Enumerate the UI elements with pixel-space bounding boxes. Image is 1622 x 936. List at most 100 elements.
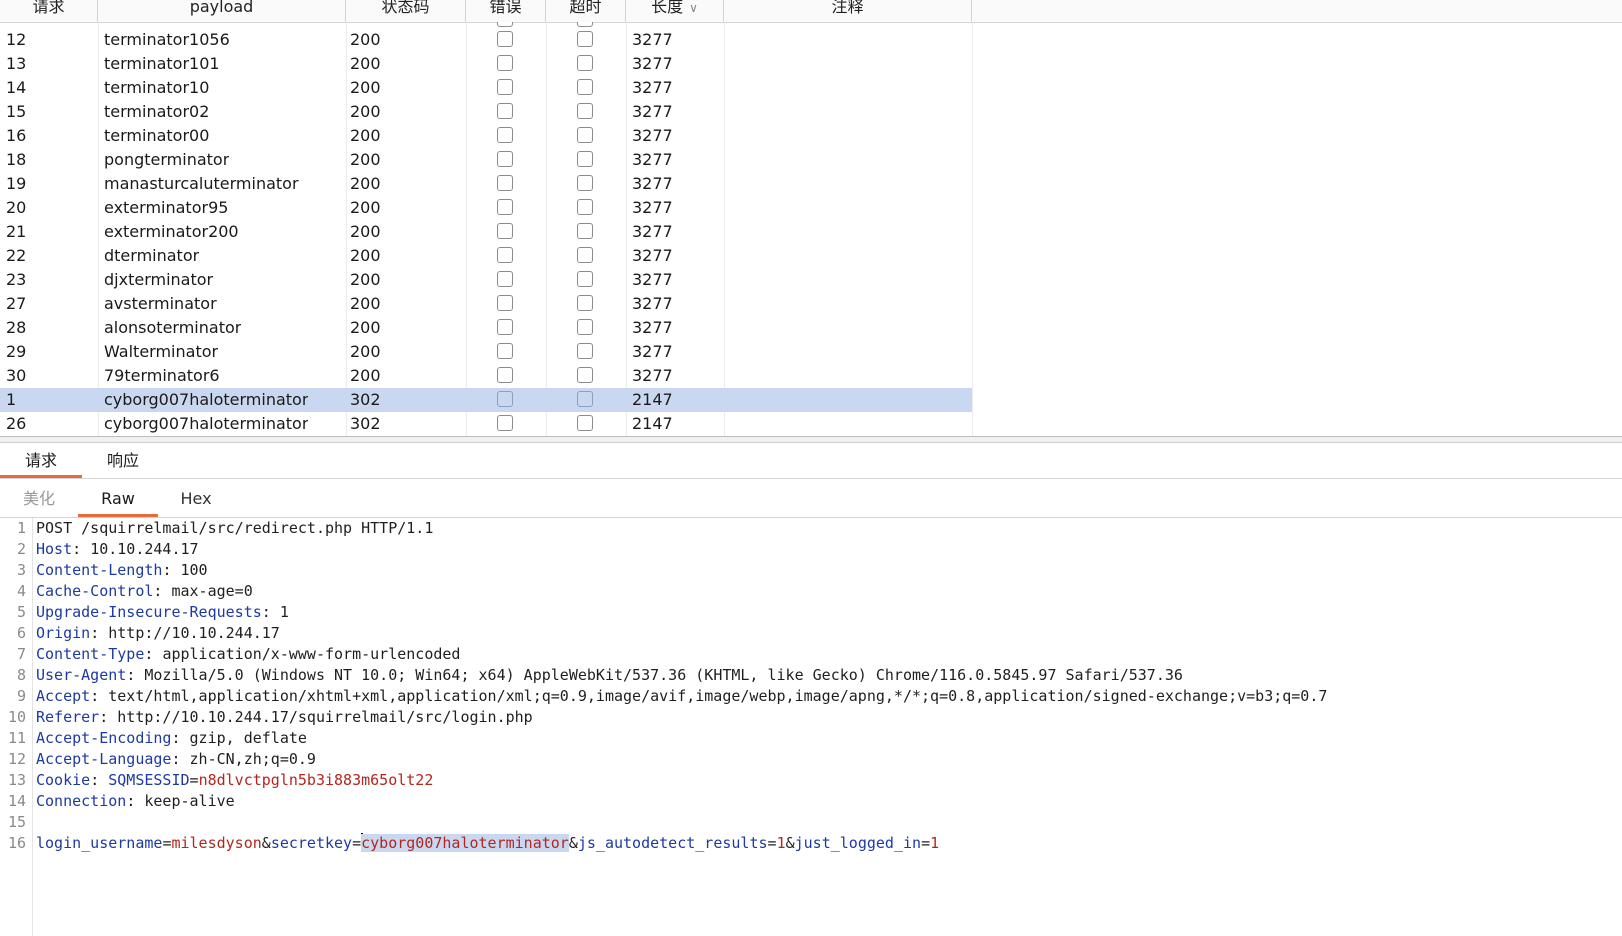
table-row[interactable]: 13 terminator101 200 3277 <box>0 52 972 76</box>
code-text: Accept: text/html,application/xhtml+xml,… <box>36 686 1327 707</box>
table-row[interactable]: 15 terminator02 200 3277 <box>0 100 972 124</box>
line-number: 8 <box>16 666 26 684</box>
cell-status: 200 <box>350 102 381 121</box>
error-checkbox <box>497 295 513 311</box>
timeout-checkbox <box>577 22 593 27</box>
code-line: 12 Accept-Language: zh-CN,zh;q=0.9 <box>0 749 1622 770</box>
cell-payload: Walterminator <box>104 342 219 361</box>
code-line: 7 Content-Type: application/x-www-form-ur… <box>0 644 1622 665</box>
header-value: max-age=0 <box>171 582 253 600</box>
column-header-timeout[interactable]: 超时 <box>546 0 626 22</box>
results-table: 请求 payload 状态码 错误 超时 长度 ∨ 注释 12 terminator… <box>0 0 1622 436</box>
timeout-checkbox <box>577 55 593 71</box>
cell-payload: exterminator200 <box>104 222 239 241</box>
code-line: 16 login_username=milesdyson&secretkey=cy… <box>0 833 1622 854</box>
body-param-value: 1 <box>776 834 786 852</box>
column-header-comment[interactable]: 注释 <box>724 0 972 22</box>
sort-descending-icon: ∨ <box>689 1 698 15</box>
tab-pretty[interactable]: 美化 <box>0 479 78 517</box>
cell-length: 3277 <box>632 54 673 73</box>
table-row[interactable]: 19 manasturcaluterminator 200 3277 <box>0 172 972 196</box>
message-tabs: 请求 响应 <box>0 442 1622 479</box>
cell-payload: terminator1056 <box>104 30 230 49</box>
cell-status: 200 <box>350 198 381 217</box>
column-header-payload[interactable]: payload <box>98 0 346 22</box>
header-separator: : <box>261 603 280 621</box>
cell-length: 2147 <box>632 414 673 433</box>
header-separator: : <box>171 750 190 768</box>
error-checkbox <box>497 55 513 71</box>
cell-status: 200 <box>350 126 381 145</box>
table-row[interactable]: 23 djxterminator 200 3277 <box>0 268 972 292</box>
timeout-checkbox <box>577 367 593 383</box>
param-ampersand: & <box>568 834 578 852</box>
header-separator: : <box>90 687 109 705</box>
cell-request: 28 <box>6 318 27 337</box>
header-separator: : <box>171 729 190 747</box>
timeout-checkbox <box>577 391 593 407</box>
timeout-checkbox <box>577 319 593 335</box>
cell-payload: exterminator95 <box>104 198 229 217</box>
tab-raw[interactable]: Raw <box>78 479 158 517</box>
line-number: 12 <box>7 750 26 768</box>
table-row[interactable]: 28 alonsoterminator 200 3277 <box>0 316 972 340</box>
table-row[interactable]: 21 exterminator200 200 3277 <box>0 220 972 244</box>
timeout-checkbox <box>577 31 593 47</box>
header-name: Accept-Encoding <box>36 729 172 747</box>
table-row[interactable]: 16 terminator00 200 3277 <box>0 124 972 148</box>
column-header-length[interactable]: 长度 ∨ <box>626 0 724 22</box>
table-row[interactable]: 14 terminator10 200 3277 <box>0 76 972 100</box>
header-value: 100 <box>180 561 208 579</box>
cell-payload: terminator101 <box>104 54 220 73</box>
timeout-checkbox <box>577 271 593 287</box>
line-number: 3 <box>16 561 26 579</box>
header-value: keep-alive <box>144 792 235 810</box>
code-line: 6 Origin: http://10.10.244.17 <box>0 623 1622 644</box>
header-value: http://10.10.244.17/squirrelmail/src/log… <box>117 708 533 726</box>
cell-length: 3277 <box>632 78 673 97</box>
cell-request: 12 <box>6 30 27 49</box>
table-body: 12 terminator1056 200 3277 13 terminator101 20… <box>0 28 972 436</box>
code-text: Host: 10.10.244.17 <box>36 539 199 560</box>
code-text: Referer: http://10.10.244.17/squirrelmai… <box>36 707 533 728</box>
line-number: 7 <box>16 645 26 663</box>
tab-hex[interactable]: Hex <box>158 479 234 517</box>
column-header-request[interactable]: 请求 <box>0 0 98 22</box>
cell-payload: cyborg007haloterminator <box>104 414 309 433</box>
table-row[interactable]: 30 79terminator6 200 3277 <box>0 364 972 388</box>
cell-payload: avsterminator <box>104 294 217 313</box>
cell-request: 1 <box>6 390 17 409</box>
tab-response[interactable]: 响应 <box>82 442 164 478</box>
selected-param-value: cyborg007haloterminator <box>361 834 569 852</box>
cell-length: 3277 <box>632 126 673 145</box>
column-header-error[interactable]: 错误 <box>466 0 546 22</box>
header-separator: : <box>126 666 145 684</box>
cell-request: 23 <box>6 270 27 289</box>
table-row[interactable]: 18 pongterminator 200 3277 <box>0 148 972 172</box>
code-line: 10 Referer: http://10.10.244.17/squirrelm… <box>0 707 1622 728</box>
param-equals: = <box>189 771 199 789</box>
table-row[interactable]: 12 terminator1056 200 3277 <box>0 28 972 52</box>
table-row[interactable]: 29 Walterminator 200 3277 <box>0 340 972 364</box>
table-row[interactable]: 22 dterminator 200 3277 <box>0 244 972 268</box>
header-value: 1 <box>279 603 289 621</box>
header-separator: : <box>99 708 118 726</box>
tab-request[interactable]: 请求 <box>0 442 82 478</box>
column-header-status[interactable]: 状态码 <box>346 0 466 22</box>
table-row[interactable]: 20 exterminator95 200 3277 <box>0 196 972 220</box>
error-checkbox <box>497 271 513 287</box>
cell-request: 13 <box>6 54 27 73</box>
raw-request-editor[interactable]: 1 POST /squirrelmail/src/redirect.php HTT… <box>0 518 1622 936</box>
header-value: gzip, deflate <box>189 729 307 747</box>
header-name: Content-Length <box>36 561 163 579</box>
line-number: 4 <box>16 582 26 600</box>
table-row[interactable]: 26 cyborg007haloterminator 302 2147 <box>0 412 972 436</box>
cell-status: 200 <box>350 150 381 169</box>
table-row[interactable]: 27 avsterminator 200 3277 <box>0 292 972 316</box>
cell-request: 20 <box>6 198 27 217</box>
cell-length: 3277 <box>632 294 673 313</box>
cell-length: 3277 <box>632 246 673 265</box>
table-row[interactable]: 1 cyborg007haloterminator 302 2147 <box>0 388 972 412</box>
cell-payload: dterminator <box>104 246 200 265</box>
header-value: http://10.10.244.17 <box>108 624 280 642</box>
